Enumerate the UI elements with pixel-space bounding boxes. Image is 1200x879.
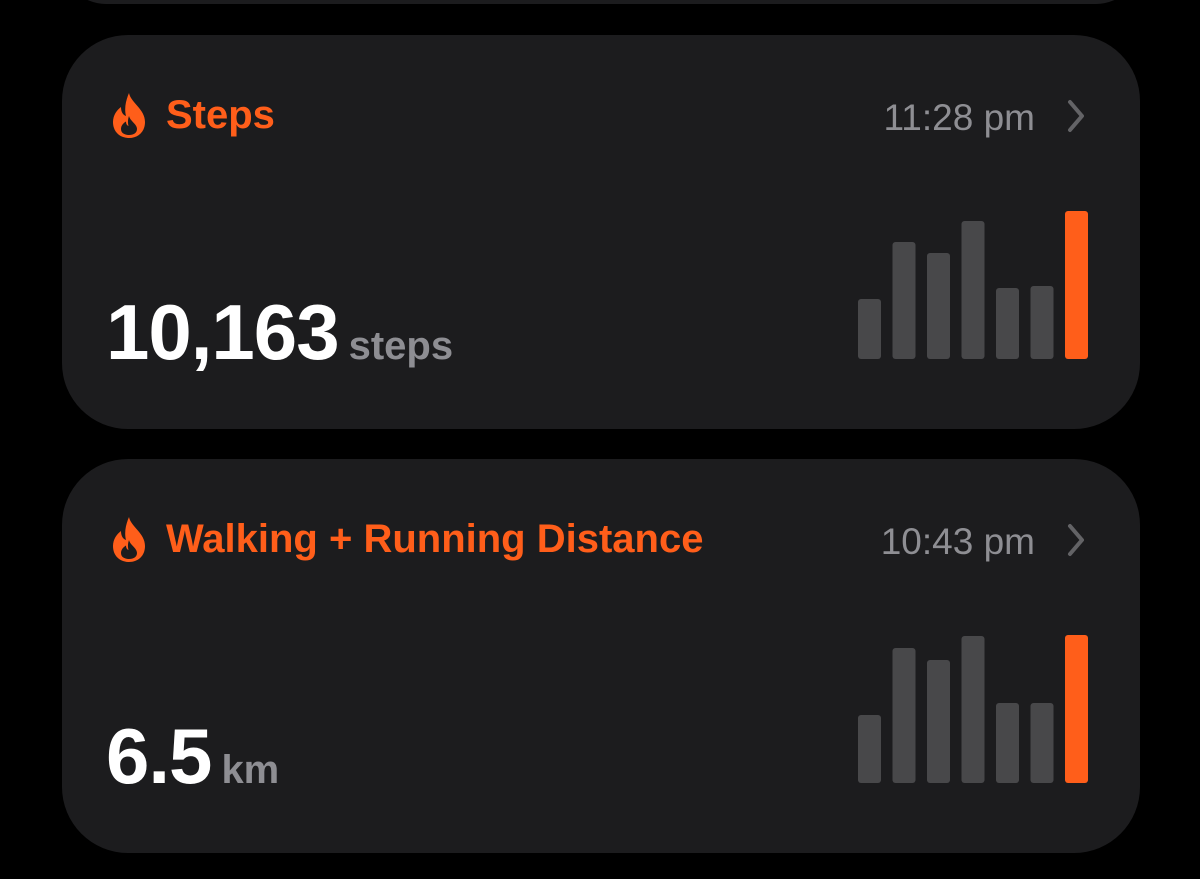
mini-bar-chart (858, 635, 1088, 783)
bar (961, 636, 985, 783)
bar (892, 648, 916, 783)
metric-value: 6.5 (106, 712, 212, 800)
flame-icon (113, 517, 145, 562)
chevron-right-icon[interactable] (1066, 522, 1086, 558)
bar (892, 242, 916, 359)
bar (996, 703, 1019, 783)
metric: 6.5 km (106, 711, 279, 824)
card-timestamp: 11:28 pm (883, 97, 1035, 138)
steps-card[interactable]: Steps 11:28 pm 10,163 steps (62, 35, 1140, 429)
bar (996, 288, 1019, 359)
flame-icon (113, 93, 145, 138)
bar-current (1065, 211, 1088, 359)
bar (858, 299, 881, 359)
bar (927, 660, 950, 783)
chevron-right-icon[interactable] (1066, 98, 1086, 134)
metric: 10,163 steps (106, 287, 453, 400)
metric-unit: steps (348, 324, 454, 368)
bar (858, 715, 881, 783)
metric-value: 10,163 (106, 288, 340, 376)
walking-running-distance-card[interactable]: Walking + Running Distance 10:43 pm 6.5 k… (62, 459, 1140, 853)
card-timestamp: 10:43 pm (880, 521, 1035, 562)
bar (927, 253, 950, 359)
card-header[interactable]: Steps 11:28 pm (109, 85, 1086, 143)
mini-bar-chart (858, 211, 1088, 359)
bar (1030, 286, 1054, 359)
metric-unit: km (221, 748, 280, 792)
card-header[interactable]: Walking + Running Distance 10:43 pm (109, 509, 1086, 567)
card-title: Walking + Running Distance (166, 517, 704, 561)
card-title: Steps (166, 93, 275, 137)
bar (961, 221, 985, 359)
bar-current (1065, 635, 1088, 783)
bar (1030, 703, 1054, 783)
previous-card-edge (62, 0, 1140, 4)
